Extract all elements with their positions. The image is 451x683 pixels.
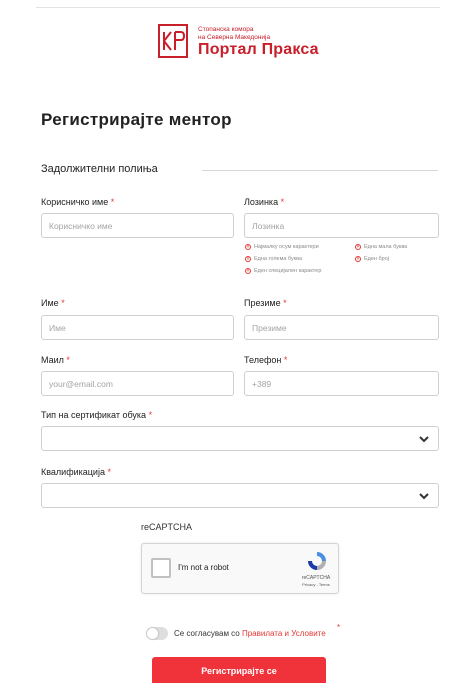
- first-name-input[interactable]: [41, 315, 234, 340]
- rule-unmet-icon: ✕: [245, 268, 251, 274]
- chamber-logo-icon: [158, 24, 188, 58]
- phone-label: Телефон *: [244, 355, 288, 365]
- captcha-brand: reCAPTCHA: [301, 575, 331, 581]
- required-marker: *: [148, 410, 153, 420]
- rule-unmet-icon: ✕: [355, 256, 361, 262]
- required-marker: *: [61, 298, 65, 308]
- portal-logo[interactable]: Стопанска комора на Северна Македонија П…: [158, 22, 328, 62]
- required-marker: *: [280, 197, 285, 207]
- rule-unmet-icon: ✕: [355, 244, 361, 250]
- toggle-knob: [147, 628, 158, 639]
- register-button[interactable]: Регистрирајте се: [152, 657, 326, 683]
- required-marker: *: [337, 623, 341, 632]
- recaptcha-icon: [308, 552, 326, 570]
- rule-digit: ✕ Еден број: [355, 256, 389, 262]
- first-name-label: Име *: [41, 298, 65, 308]
- section-title: Задолжителни полиња: [41, 163, 158, 175]
- last-name-label: Презиме *: [244, 298, 287, 308]
- rule-min-length: ✕ Најмалку осум карактери: [245, 244, 319, 250]
- page-title: Регистрирајте ментор: [41, 110, 232, 129]
- password-label: Лозинка *: [244, 197, 285, 207]
- terms-text: Се согласувам со Правилата и Условите: [174, 629, 326, 638]
- rule-unmet-icon: ✕: [245, 244, 251, 250]
- recaptcha-widget: I'm not a robot reCAPTCHA Privacy - Term…: [141, 543, 339, 594]
- rule-lowercase: ✕ Една мала буква: [355, 244, 408, 250]
- rule-unmet-icon: ✕: [245, 256, 251, 262]
- required-marker: *: [110, 197, 115, 207]
- captcha-title: reCAPTCHA: [141, 522, 193, 532]
- username-input[interactable]: [41, 213, 234, 238]
- phone-input[interactable]: [244, 371, 439, 396]
- section-divider: [202, 170, 438, 171]
- password-input[interactable]: [244, 213, 439, 238]
- certificate-type-label: Тип на сертификат обука *: [41, 410, 153, 420]
- required-marker: *: [283, 298, 287, 308]
- rule-uppercase: ✕ Една голема буква: [245, 256, 303, 262]
- terms-toggle[interactable]: [146, 627, 168, 640]
- chevron-down-icon: [419, 493, 429, 500]
- username-label: Корисничко име *: [41, 197, 115, 207]
- last-name-input[interactable]: [244, 315, 439, 340]
- qualification-label: Квалификација *: [41, 467, 111, 477]
- captcha-checkbox[interactable]: [151, 558, 171, 578]
- terms-link[interactable]: Правилата и Условите: [242, 629, 326, 638]
- email-label: Маил *: [41, 355, 70, 365]
- chevron-down-icon: [419, 436, 429, 443]
- email-input[interactable]: [41, 371, 234, 396]
- top-divider: [36, 7, 440, 8]
- logo-portal-name: Портал Пракса: [198, 41, 319, 58]
- required-marker: *: [107, 467, 111, 477]
- logo-organization-text: Стопанска комора на Северна Македонија: [198, 26, 271, 41]
- certificate-type-select[interactable]: [41, 426, 439, 451]
- required-marker: *: [283, 355, 288, 365]
- required-marker: *: [66, 355, 70, 365]
- captcha-privacy-terms-link[interactable]: Privacy - Terms: [299, 582, 333, 587]
- qualification-select[interactable]: [41, 483, 439, 508]
- rule-special-char: ✕ Еден специјален карактер: [245, 268, 322, 274]
- captcha-label: I'm not a robot: [178, 563, 229, 572]
